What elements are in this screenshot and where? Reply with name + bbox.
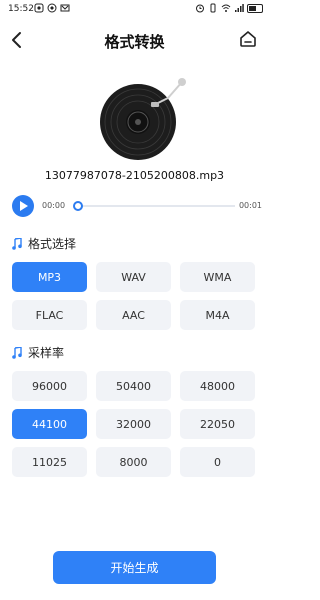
play-button[interactable] xyxy=(12,195,34,217)
format-section-header: 格式选择 xyxy=(12,235,76,252)
music-note-icon xyxy=(12,346,22,359)
status-left-icons xyxy=(34,3,70,13)
vibrate-icon xyxy=(210,3,216,13)
status-bar: 15:52 xyxy=(0,0,269,20)
sample-rate-option-96000[interactable]: 96000 xyxy=(12,371,87,401)
wifi-icon xyxy=(221,4,231,12)
sample-rate-section-label: 采样率 xyxy=(28,346,65,360)
format-option-flac[interactable]: FLAC xyxy=(12,300,87,330)
sample-rate-section-header: 采样率 xyxy=(12,344,64,361)
battery-icon xyxy=(247,3,263,13)
sample-rate-option-48000[interactable]: 48000 xyxy=(180,371,255,401)
sample-rate-options: 96000 50400 48000 44100 32000 22050 1102… xyxy=(12,371,256,477)
format-section-label: 格式选择 xyxy=(28,237,77,251)
progress-track[interactable] xyxy=(74,205,235,207)
sample-rate-option-50400[interactable]: 50400 xyxy=(96,371,171,401)
sample-rate-option-22050[interactable]: 22050 xyxy=(180,409,255,439)
sample-rate-option-32000[interactable]: 32000 xyxy=(96,409,171,439)
status-time: 15:52 xyxy=(8,4,34,14)
format-options: MP3 WAV WMA FLAC AAC M4A xyxy=(12,262,256,330)
current-time: 00:00 xyxy=(42,201,66,210)
sample-rate-option-0[interactable]: 0 xyxy=(180,447,255,477)
progress-thumb[interactable] xyxy=(73,201,83,211)
start-generate-button[interactable]: 开始生成 xyxy=(53,551,216,584)
notification-icon xyxy=(47,3,57,13)
format-option-wma[interactable]: WMA xyxy=(180,262,255,292)
format-option-mp3[interactable]: MP3 xyxy=(12,262,87,292)
music-note-icon xyxy=(12,237,22,250)
signal-icon xyxy=(235,4,244,12)
notification-icon xyxy=(34,3,44,13)
format-option-aac[interactable]: AAC xyxy=(96,300,171,330)
notification-icon xyxy=(60,4,70,12)
format-option-m4a[interactable]: M4A xyxy=(180,300,255,330)
file-name: 13077987078-2105200808.mp3 xyxy=(44,169,225,182)
vinyl-record-icon xyxy=(100,78,186,160)
total-time: 00:01 xyxy=(238,201,262,210)
header: 格式转换 xyxy=(0,22,269,58)
status-right-icons xyxy=(195,3,263,13)
sample-rate-option-44100[interactable]: 44100 xyxy=(12,409,87,439)
format-option-wav[interactable]: WAV xyxy=(96,262,171,292)
sample-rate-option-8000[interactable]: 8000 xyxy=(96,447,171,477)
audio-player: 00:00 00:01 xyxy=(12,192,262,220)
alarm-icon xyxy=(196,4,204,13)
home-icon[interactable] xyxy=(239,30,257,48)
page-title: 格式转换 xyxy=(104,33,165,51)
sample-rate-option-11025[interactable]: 11025 xyxy=(12,447,87,477)
